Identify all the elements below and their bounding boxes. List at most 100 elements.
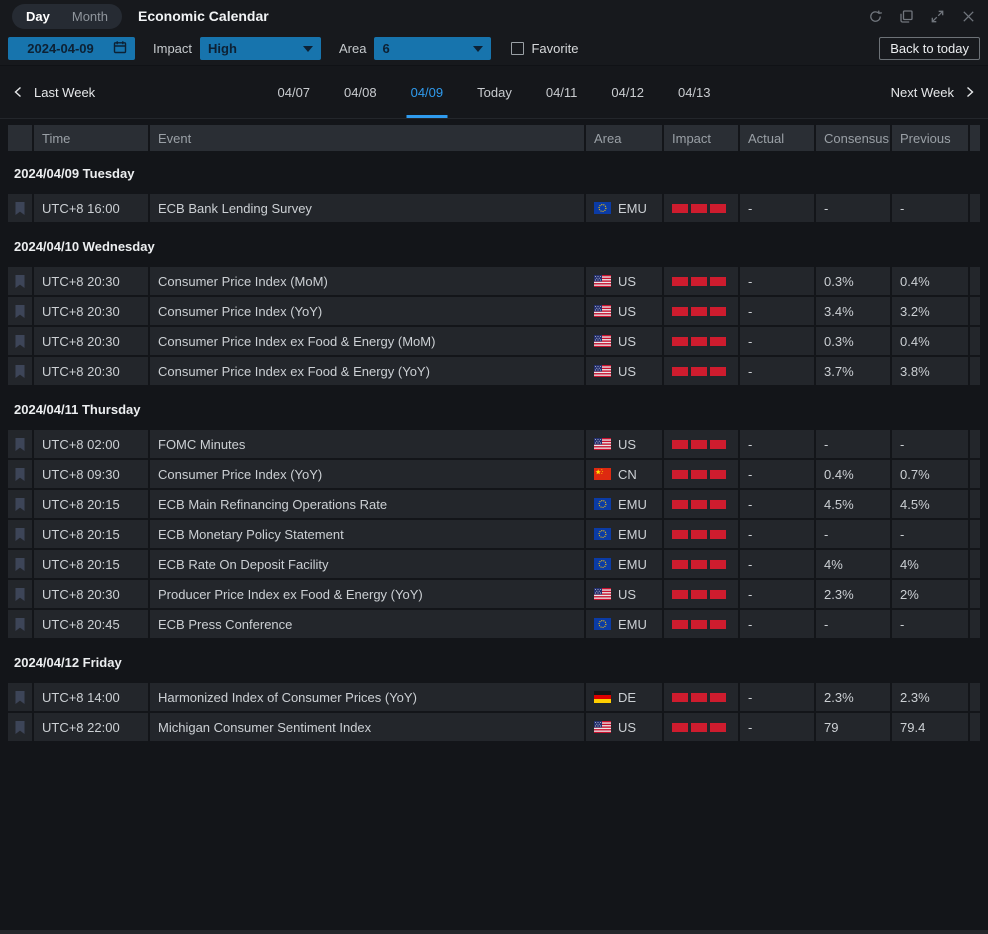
time-cell: UTC+8 20:15 (34, 520, 148, 548)
consensus-cell: 79 (816, 713, 890, 741)
impact-filter-select[interactable]: High (200, 37, 321, 60)
bookmark-icon[interactable] (14, 201, 26, 216)
row-scrollbar-gutter (970, 430, 980, 458)
bookmark-cell[interactable] (8, 683, 32, 711)
consensus-cell: 0.4% (816, 460, 890, 488)
favorite-checkbox[interactable] (511, 42, 524, 55)
refresh-icon[interactable] (868, 9, 883, 24)
previous-cell: - (892, 520, 968, 548)
table-row[interactable]: UTC+8 20:30Consumer Price Index (MoM)US-… (8, 267, 980, 295)
bookmark-icon[interactable] (14, 467, 26, 482)
impact-bar (691, 530, 707, 539)
bookmark-icon[interactable] (14, 557, 26, 572)
table-row[interactable]: UTC+8 20:15ECB Rate On Deposit FacilityE… (8, 550, 980, 578)
table-row[interactable]: UTC+8 20:30Consumer Price Index (YoY)US-… (8, 297, 980, 325)
last-week-button[interactable]: Last Week (12, 85, 95, 100)
bookmark-cell[interactable] (8, 430, 32, 458)
bookmark-icon[interactable] (14, 437, 26, 452)
bookmark-icon[interactable] (14, 364, 26, 379)
chevron-left-icon (12, 85, 24, 99)
bookmark-icon[interactable] (14, 690, 26, 705)
table-row[interactable]: UTC+8 14:00Harmonized Index of Consumer … (8, 683, 980, 711)
table-row[interactable]: UTC+8 22:00Michigan Consumer Sentiment I… (8, 713, 980, 741)
bookmark-icon[interactable] (14, 334, 26, 349)
row-scrollbar-gutter (970, 520, 980, 548)
bookmark-cell[interactable] (8, 357, 32, 385)
bookmark-icon[interactable] (14, 720, 26, 735)
impact-bar (710, 307, 726, 316)
area-cell: US (586, 297, 662, 325)
eu-flag-icon (594, 498, 611, 510)
actual-cell: - (740, 610, 814, 638)
table-row[interactable]: UTC+8 20:45ECB Press ConferenceEMU--- (8, 610, 980, 638)
bookmark-icon[interactable] (14, 527, 26, 542)
date-picker-value: 2024-04-09 (16, 41, 105, 56)
week-date-tab[interactable]: 04/07 (275, 66, 312, 118)
back-to-today-button[interactable]: Back to today (879, 37, 980, 60)
us-flag-icon (594, 438, 611, 450)
bookmark-cell[interactable] (8, 490, 32, 518)
bookmark-cell[interactable] (8, 460, 32, 488)
bookmark-cell[interactable] (8, 520, 32, 548)
table-body: 2024/04/09 TuesdayUTC+8 16:00ECB Bank Le… (8, 151, 980, 741)
table-row[interactable]: UTC+8 20:15ECB Monetary Policy Statement… (8, 520, 980, 548)
table-row[interactable]: UTC+8 09:30Consumer Price Index (YoY)CN-… (8, 460, 980, 488)
impact-bars (672, 590, 726, 599)
row-scrollbar-gutter (970, 327, 980, 355)
next-week-button[interactable]: Next Week (891, 85, 976, 100)
bookmark-cell[interactable] (8, 194, 32, 222)
table-row[interactable]: UTC+8 20:30Producer Price Index ex Food … (8, 580, 980, 608)
impact-bar (710, 560, 726, 569)
bookmark-icon[interactable] (14, 497, 26, 512)
bookmark-cell[interactable] (8, 580, 32, 608)
previous-cell: 0.4% (892, 267, 968, 295)
bookmark-cell[interactable] (8, 610, 32, 638)
week-date-tab[interactable]: Today (475, 66, 514, 118)
area-cell: US (586, 580, 662, 608)
week-date-tab[interactable]: 04/13 (676, 66, 713, 118)
close-icon[interactable] (961, 9, 976, 24)
table-row[interactable]: UTC+8 20:15ECB Main Refinancing Operatio… (8, 490, 980, 518)
table-row[interactable]: UTC+8 02:00FOMC MinutesUS--- (8, 430, 980, 458)
table-row[interactable]: UTC+8 20:30Consumer Price Index ex Food … (8, 327, 980, 355)
impact-bar (672, 470, 688, 479)
bookmark-icon[interactable] (14, 304, 26, 319)
eu-flag-icon (594, 528, 611, 540)
bookmark-cell[interactable] (8, 267, 32, 295)
time-cell: UTC+8 20:30 (34, 297, 148, 325)
event-cell: Consumer Price Index ex Food & Energy (M… (150, 327, 584, 355)
bookmark-icon[interactable] (14, 274, 26, 289)
column-header-actual: Actual (740, 125, 814, 151)
bookmark-cell[interactable] (8, 713, 32, 741)
previous-cell: 3.2% (892, 297, 968, 325)
expand-icon[interactable] (930, 9, 945, 24)
consensus-cell: 3.4% (816, 297, 890, 325)
bookmark-cell[interactable] (8, 327, 32, 355)
row-scrollbar-gutter (970, 267, 980, 295)
time-cell: UTC+8 20:45 (34, 610, 148, 638)
impact-bar (672, 693, 688, 702)
area-cell: CN (586, 460, 662, 488)
bookmark-icon[interactable] (14, 587, 26, 602)
table-row[interactable]: UTC+8 16:00ECB Bank Lending SurveyEMU--- (8, 194, 980, 222)
previous-cell: 3.8% (892, 357, 968, 385)
week-date-tab[interactable]: 04/08 (342, 66, 379, 118)
table-row[interactable]: UTC+8 20:30Consumer Price Index ex Food … (8, 357, 980, 385)
week-date-tab[interactable]: 04/12 (609, 66, 646, 118)
tab-month[interactable]: Month (62, 7, 118, 26)
impact-cell (664, 520, 738, 548)
area-filter-select[interactable]: 6 (374, 37, 491, 60)
week-date-tab-active[interactable]: 04/09 (409, 66, 446, 118)
duplicate-icon[interactable] (899, 9, 914, 24)
date-picker[interactable]: 2024-04-09 (8, 37, 135, 60)
bookmark-cell[interactable] (8, 550, 32, 578)
header-scrollbar-gutter (970, 125, 980, 151)
bookmark-cell[interactable] (8, 297, 32, 325)
area-cell: EMU (586, 610, 662, 638)
previous-cell: 0.4% (892, 327, 968, 355)
tab-day[interactable]: Day (16, 7, 60, 26)
bookmark-icon[interactable] (14, 617, 26, 632)
week-date-tab[interactable]: 04/11 (544, 66, 580, 118)
row-scrollbar-gutter (970, 713, 980, 741)
column-header-previous: Previous (892, 125, 968, 151)
